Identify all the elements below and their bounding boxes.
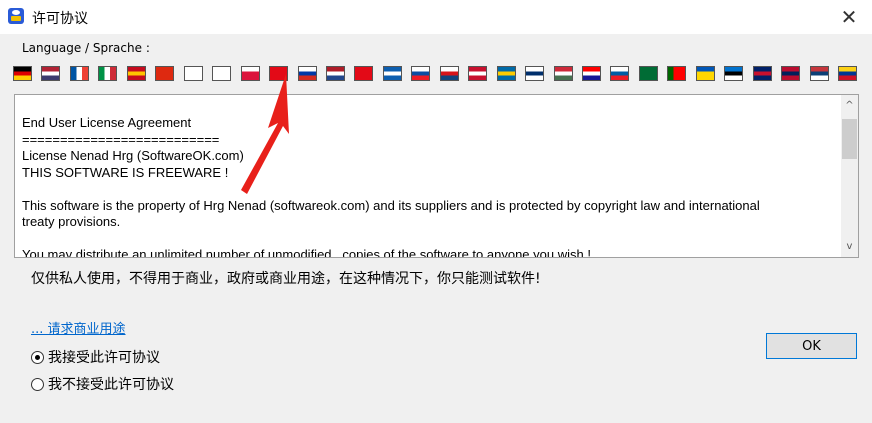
red-arrow-annotation-icon (241, 74, 289, 194)
